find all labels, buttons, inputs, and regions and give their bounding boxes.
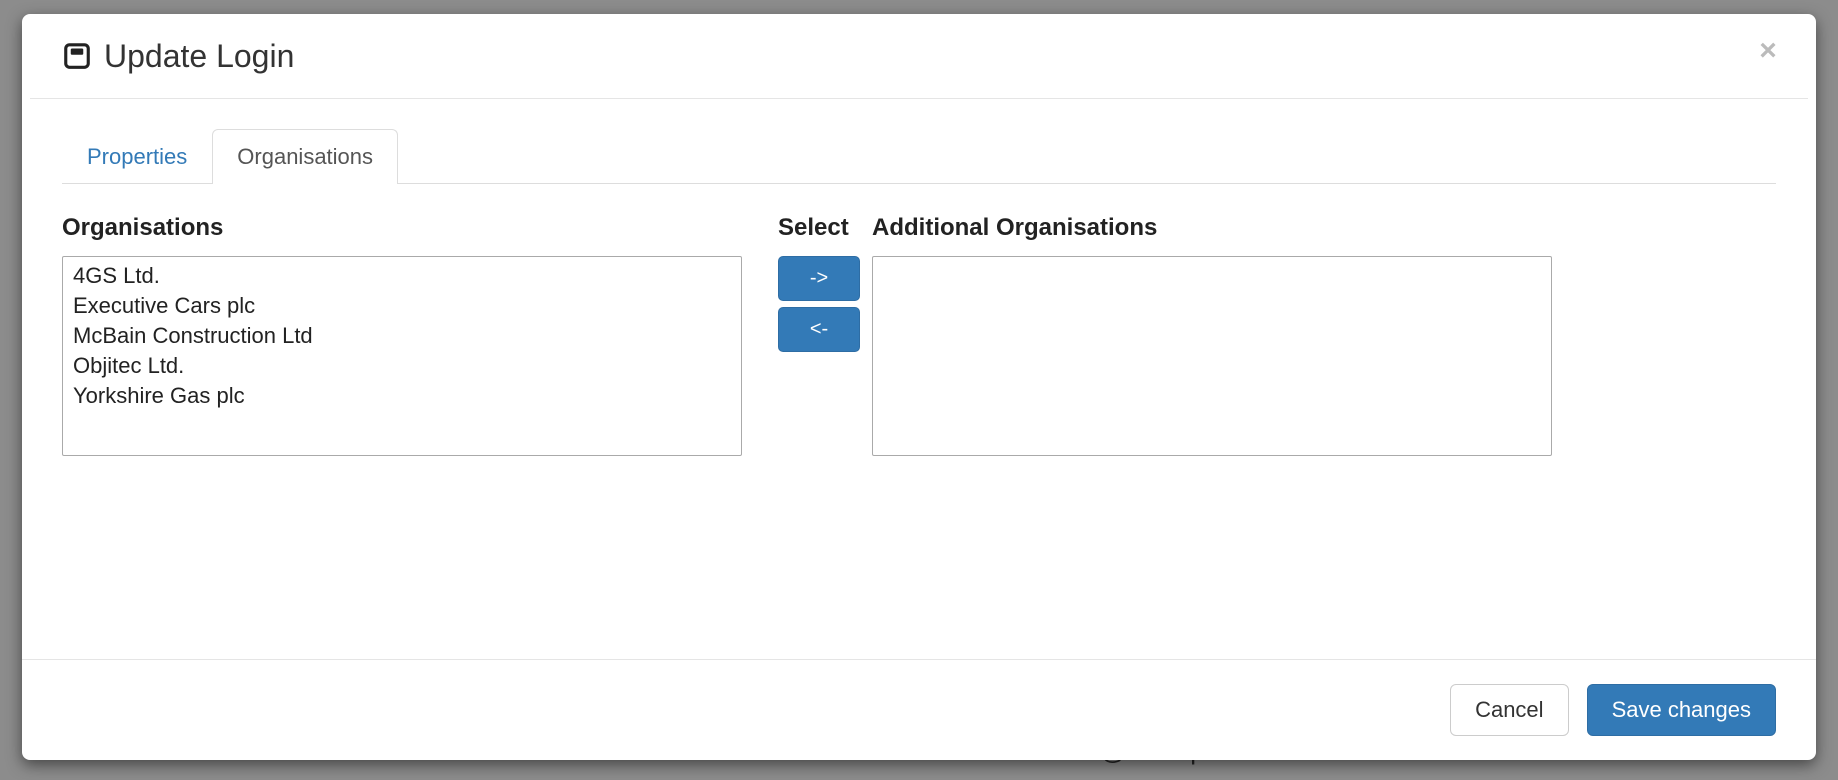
- update-login-modal: Update Login × Properties Organisations …: [22, 14, 1816, 760]
- selected-column: Additional Organisations: [872, 214, 1552, 456]
- available-label: Organisations: [62, 214, 742, 242]
- modal-title: Update Login: [104, 38, 294, 75]
- modal-footer: Cancel Save changes: [22, 659, 1816, 760]
- list-item[interactable]: McBain Construction Ltd: [67, 321, 737, 351]
- select-label: Select: [778, 214, 836, 242]
- tab-organisations[interactable]: Organisations: [212, 129, 398, 184]
- window-icon: [62, 41, 92, 71]
- available-list[interactable]: 4GS Ltd.Executive Cars plcMcBain Constru…: [62, 256, 742, 456]
- modal-header: Update Login ×: [22, 14, 1816, 98]
- move-right-button[interactable]: ->: [778, 256, 860, 301]
- list-item[interactable]: 4GS Ltd.: [67, 261, 737, 291]
- available-column: Organisations 4GS Ltd.Executive Cars plc…: [62, 214, 742, 456]
- save-changes-button[interactable]: Save changes: [1587, 684, 1776, 736]
- move-left-button[interactable]: <-: [778, 307, 860, 352]
- tabs: Properties Organisations: [62, 129, 1776, 184]
- dual-list-picker: Organisations 4GS Ltd.Executive Cars plc…: [62, 214, 1776, 456]
- modal-body: Properties Organisations Organisations 4…: [22, 99, 1816, 659]
- selected-list[interactable]: [872, 256, 1552, 456]
- list-item[interactable]: Yorkshire Gas plc: [67, 381, 737, 411]
- tab-properties[interactable]: Properties: [62, 129, 212, 184]
- list-item[interactable]: Objitec Ltd.: [67, 351, 737, 381]
- list-item[interactable]: Executive Cars plc: [67, 291, 737, 321]
- close-button[interactable]: ×: [1748, 36, 1788, 76]
- cancel-button[interactable]: Cancel: [1450, 684, 1568, 736]
- transfer-buttons-column: Select -> <-: [742, 214, 872, 358]
- selected-label: Additional Organisations: [872, 214, 1552, 242]
